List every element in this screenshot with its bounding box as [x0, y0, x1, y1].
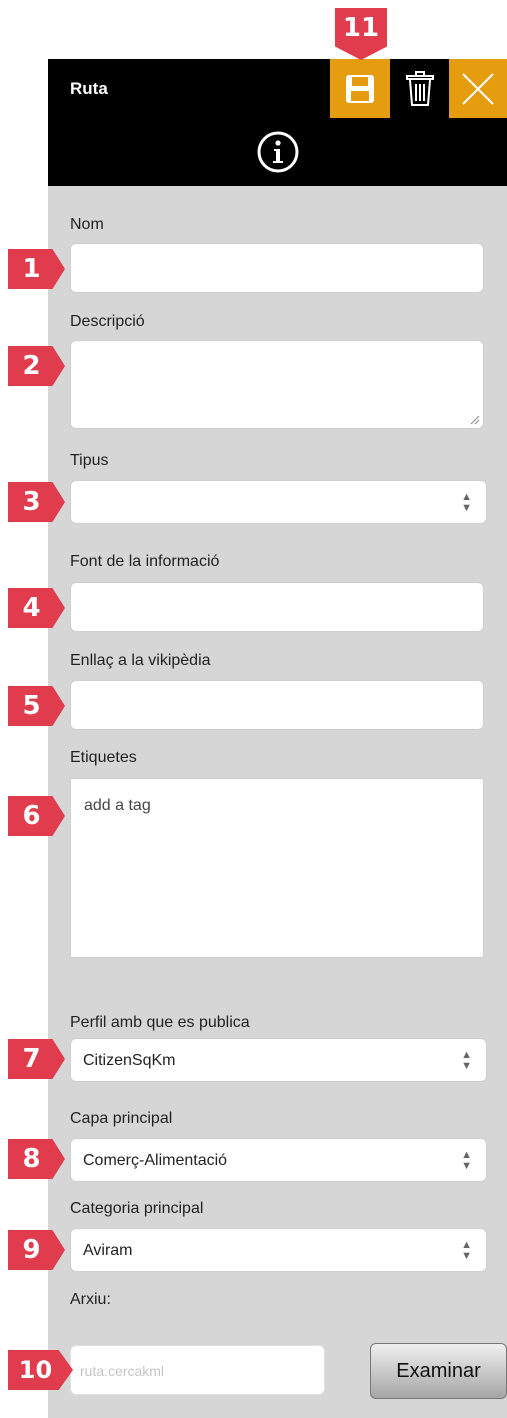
trash-icon — [405, 70, 434, 106]
select-arrows-icon: ▲ ▼ — [461, 1239, 472, 1262]
nom-label: Nom — [70, 216, 104, 233]
enllac-input[interactable] — [70, 680, 484, 730]
select-arrows-icon: ▲ ▼ — [461, 1149, 472, 1172]
descripcio-textarea[interactable] — [70, 340, 484, 429]
close-button[interactable] — [449, 59, 507, 118]
capa-value: Comerç-Alimentació — [83, 1152, 228, 1169]
save-button[interactable] — [330, 59, 390, 118]
tag-placeholder: add a tag — [84, 797, 151, 814]
callout-badge: 11 — [335, 8, 387, 60]
capa-select[interactable]: Comerç-Alimentació ▲ ▼ — [70, 1138, 487, 1182]
tipus-label: Tipus — [70, 452, 109, 469]
arxiu-file-input[interactable]: ruta.cercakml — [70, 1345, 325, 1395]
save-icon — [346, 74, 374, 103]
info-bar — [48, 118, 507, 186]
info-icon[interactable] — [256, 130, 300, 174]
font-input[interactable] — [70, 582, 484, 632]
close-icon — [462, 72, 494, 105]
font-label: Font de la informació — [70, 553, 220, 570]
select-arrows-icon: ▲ ▼ — [461, 491, 472, 514]
categoria-value: Aviram — [83, 1242, 133, 1259]
perfil-select[interactable]: CitizenSqKm ▲ ▼ — [70, 1038, 487, 1082]
nom-input[interactable] — [70, 243, 484, 293]
tipus-select[interactable]: ▲ ▼ — [70, 480, 487, 524]
examinar-button[interactable]: Examinar — [370, 1343, 507, 1399]
resize-handle-icon[interactable] — [470, 415, 480, 425]
delete-button[interactable] — [393, 59, 446, 118]
etiquetes-tag-input[interactable]: add a tag — [70, 778, 484, 958]
etiquetes-label: Etiquetes — [70, 749, 137, 766]
arxiu-placeholder: ruta.cercakml — [80, 1363, 165, 1379]
enllac-label: Enllaç a la vikipèdia — [70, 652, 211, 669]
categoria-label: Categoria principal — [70, 1200, 204, 1217]
descripcio-label: Descripció — [70, 313, 145, 330]
capa-label: Capa principal — [70, 1110, 173, 1127]
select-arrows-icon: ▲ ▼ — [461, 1049, 472, 1072]
perfil-label: Perfil amb que es publica — [70, 1014, 250, 1031]
perfil-value: CitizenSqKm — [83, 1052, 176, 1069]
panel-title: Ruta — [70, 79, 108, 98]
categoria-select[interactable]: Aviram ▲ ▼ — [70, 1228, 487, 1272]
arxiu-label: Arxiu: — [70, 1291, 111, 1308]
